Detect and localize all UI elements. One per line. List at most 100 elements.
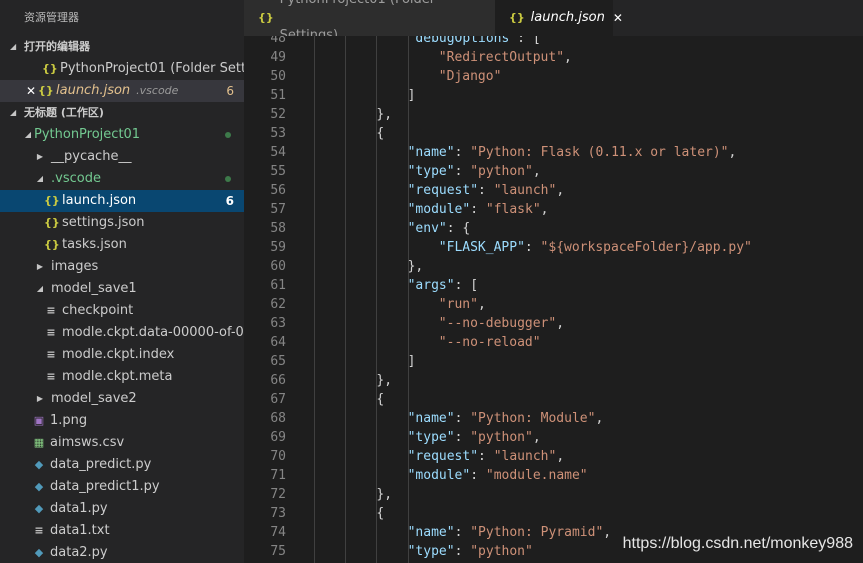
tree-file-data1-txt[interactable]: ≡ data1.txt [0,520,244,542]
tree-file-data-predict1-py[interactable]: ◆ data_predict1.py [0,476,244,498]
tab-launch-json[interactable]: {} launch.json ✕ [495,0,623,36]
text-file-icon: ≡ [34,524,44,537]
chevron-down-icon: ◢ [36,174,44,183]
code-text: "request": "launch", [407,183,565,198]
code-text: "module": "flask", [407,202,549,217]
tree-file-aimsws-csv[interactable]: ▦ aimsws.csv [0,432,244,454]
tree-file-data-predict-py[interactable]: ◆ data_predict.py [0,454,244,476]
tree-folder-pythonproject01[interactable]: ◢ PythonProject01 [0,124,244,146]
close-icon[interactable]: ✕ [613,0,623,36]
tree-file-launch-json[interactable]: {} launch.json 6 [0,190,244,212]
tree-file-data1-py[interactable]: ◆ data1.py [0,498,244,520]
tree-file-data2-py[interactable]: ◆ data2.py [0,542,244,563]
chevron-right-icon: ▶ [36,152,44,161]
code-line[interactable]: 61 "args": [ [244,276,863,295]
code-line[interactable]: 59 "FLASK_APP": "${workspaceFolder}/app.p… [244,238,863,257]
line-number: 62 [270,297,286,312]
tree-item-label: modle.ckpt.meta [62,369,173,384]
image-file-icon: ▣ [33,414,45,427]
code-line[interactable]: 57 "module": "flask", [244,200,863,219]
tree-file-ckpt-index[interactable]: ≡ modle.ckpt.index [0,344,244,366]
line-number: 53 [270,126,286,141]
python-file-icon: ◆ [34,480,44,493]
code-text: "module": "module.name" [407,468,588,483]
code-text: { [376,506,385,521]
line-number: 69 [270,430,286,445]
json-file-icon: {} [258,11,274,24]
code-line[interactable]: 71 "module": "module.name" [244,466,863,485]
code-text: }, [376,373,393,388]
open-editor-launch-json[interactable]: ✕ {} launch.json .vscode 6 [0,80,244,102]
code-line[interactable]: 65] [244,352,863,371]
tree-item-label: aimsws.csv [50,435,125,450]
close-icon[interactable]: ✕ [24,80,38,102]
code-line[interactable]: 63 "--no-debugger", [244,314,863,333]
explorer-sidebar: 资源管理器 ◢ 打开的编辑器 {} PythonProject01 (Folde… [0,0,244,563]
code-line[interactable]: 55 "type": "python", [244,162,863,181]
tree-folder-vscode[interactable]: ◢ .vscode [0,168,244,190]
tree-file-1-png[interactable]: ▣ 1.png [0,410,244,432]
code-editor[interactable]: 48 "debugOptions": [49 "RedirectOutput", 50… [244,36,863,563]
tree-folder-model-save2[interactable]: ▶ model_save2 [0,388,244,410]
tree-file-ckpt-meta[interactable]: ≡ modle.ckpt.meta [0,366,244,388]
chevron-down-icon: ◢ [36,284,44,293]
code-line[interactable]: 73 { [244,504,863,523]
line-number: 52 [270,107,286,122]
line-number: 63 [270,316,286,331]
code-line[interactable]: 50 "Django" [244,67,863,86]
code-line[interactable]: 67 { [244,390,863,409]
json-file-icon: {} [38,84,54,97]
tree-item-label: checkpoint [62,303,134,318]
code-text: "RedirectOutput", [438,50,572,65]
tree-file-ckpt-data[interactable]: ≡ modle.ckpt.data-00000-of-00... [0,322,244,344]
open-editor-folder-settings[interactable]: {} PythonProject01 (Folder Setti... [0,58,244,80]
code-line[interactable]: 69 "type": "python", [244,428,863,447]
code-line[interactable]: 62 "run", [244,295,863,314]
status-dot [225,132,231,138]
tree-folder-pycache[interactable]: ▶ __pycache__ [0,146,244,168]
tree-file-tasks-json[interactable]: {} tasks.json [0,234,244,256]
tab-folder-settings[interactable]: {} PythonProject01 (Folder Settings) [244,0,495,43]
tree-item-label: model_save2 [51,391,137,406]
code-line[interactable]: 66}, [244,371,863,390]
tree-item-label: __pycache__ [51,149,132,164]
tree-file-checkpoint[interactable]: ≡ checkpoint [0,300,244,322]
code-line[interactable]: 64 "--no-reload" [244,333,863,352]
code-line[interactable]: 56 "request": "launch", [244,181,863,200]
code-text: "name": "Python: Flask (0.11.x or later)… [407,145,737,160]
code-line[interactable]: 49 "RedirectOutput", [244,48,863,67]
open-editor-description: .vscode [136,84,179,97]
code-line[interactable]: 72}, [244,485,863,504]
code-line[interactable]: 58 "env": { [244,219,863,238]
line-number: 67 [270,392,286,407]
code-text: }, [376,487,393,502]
code-line[interactable]: 68 "name": "Python: Module", [244,409,863,428]
tree-folder-images[interactable]: ▶ images [0,256,244,278]
line-number: 64 [270,335,286,350]
editor-tab-bar: {} PythonProject01 (Folder Settings) {} … [244,0,863,43]
code-text: "env": { [407,221,471,236]
open-editors-header[interactable]: ◢ 打开的编辑器 [0,36,244,58]
tree-file-settings-json[interactable]: {} settings.json [0,212,244,234]
tree-folder-model-save1[interactable]: ◢ model_save1 [0,278,244,300]
python-file-icon: ◆ [34,546,44,559]
line-number: 73 [270,506,286,521]
line-number: 61 [270,278,286,293]
code-text: ] [407,354,416,369]
code-line[interactable]: 60}, [244,257,863,276]
code-line[interactable]: 52}, [244,105,863,124]
code-text: "type": "python" [407,544,533,559]
csv-file-icon: ▦ [33,436,45,449]
text-file-icon: ≡ [46,326,56,339]
workspace-header[interactable]: ◢ 无标题 (工作区) [0,102,244,124]
code-line[interactable]: 54 "name": "Python: Flask (0.11.x or late… [244,143,863,162]
json-file-icon: {} [42,62,58,75]
open-editor-label: launch.json [56,83,131,98]
code-line[interactable]: 70 "request": "launch", [244,447,863,466]
line-number: 54 [270,145,286,160]
code-line[interactable]: 53 { [244,124,863,143]
code-line[interactable]: 48 "debugOptions": [ [244,36,863,48]
tree-item-label: model_save1 [51,281,137,296]
tree-item-label: data1.txt [50,523,110,538]
code-line[interactable]: 51] [244,86,863,105]
